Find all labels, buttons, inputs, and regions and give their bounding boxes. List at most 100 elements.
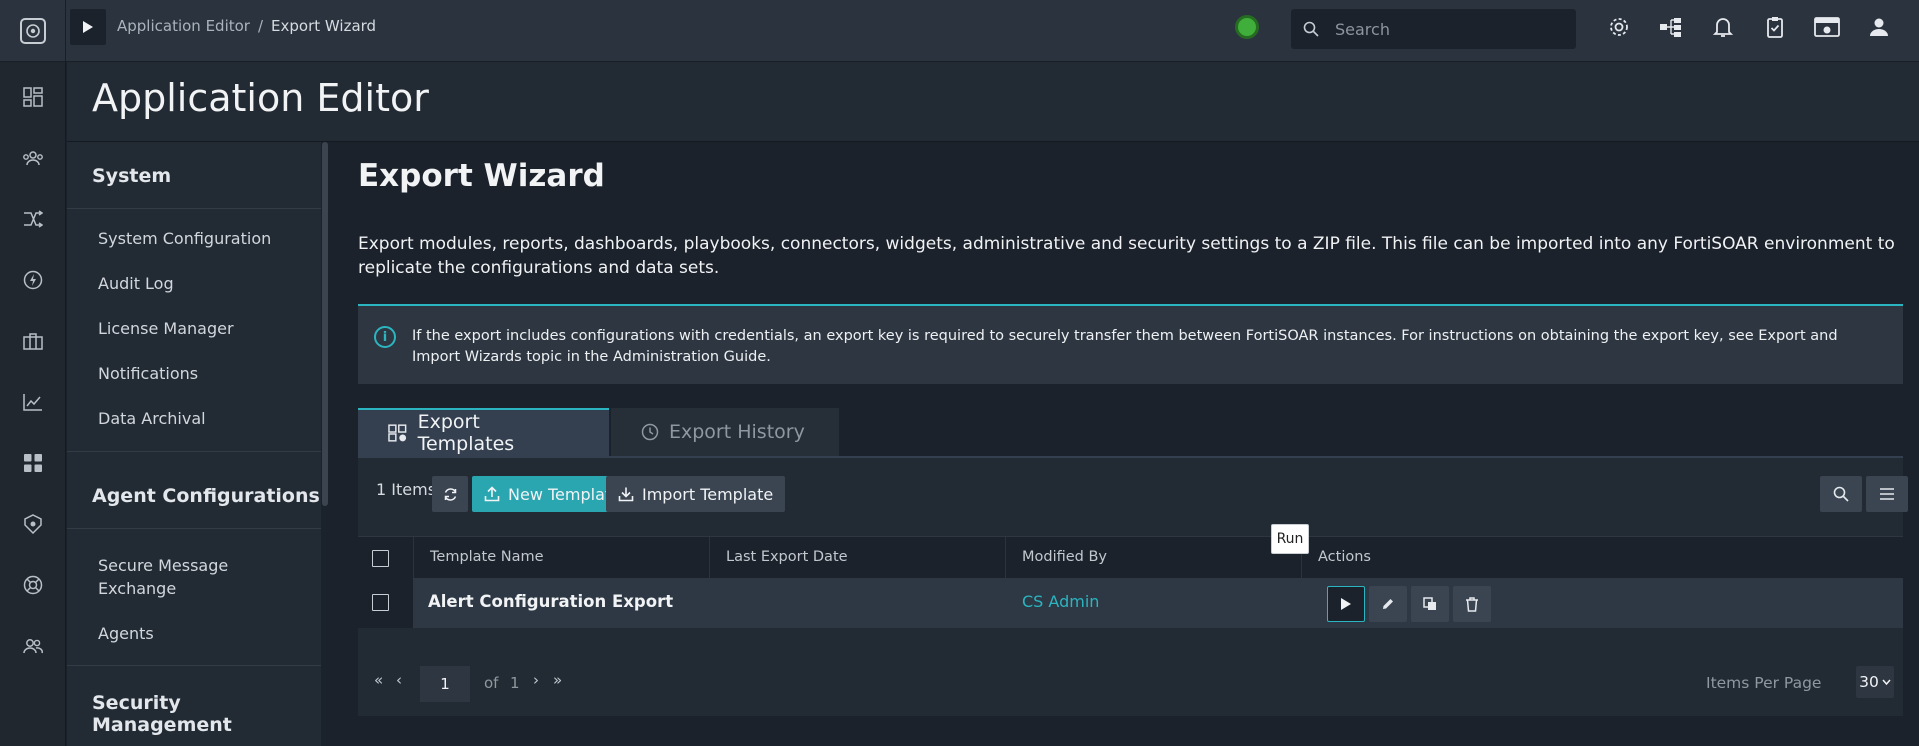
lightning-icon[interactable]: [20, 267, 46, 293]
play-icon: [1341, 598, 1351, 610]
sidebar-item-data-archival[interactable]: Data Archival: [98, 407, 206, 430]
run-button[interactable]: [1327, 586, 1365, 622]
prev-page-icon[interactable]: ‹: [396, 671, 402, 689]
edit-button[interactable]: [1369, 586, 1407, 622]
sidebar-divider: [67, 208, 322, 209]
clipboard-check-icon[interactable]: [1762, 14, 1788, 40]
sidebar-section-agent-configurations: Agent Configurations: [92, 485, 320, 507]
bell-icon[interactable]: [1710, 14, 1736, 40]
page-title: Application Editor: [92, 76, 429, 120]
sidebar-item-license-manager[interactable]: License Manager: [98, 317, 234, 340]
sidebar-item-secure-message-exchange[interactable]: Secure Message Exchange: [98, 554, 268, 600]
grid-menu-button[interactable]: [1866, 476, 1908, 512]
refresh-button[interactable]: [432, 476, 468, 512]
status-indicator-icon[interactable]: [1235, 15, 1259, 39]
clone-button[interactable]: [1411, 586, 1449, 622]
people-group-icon[interactable]: [20, 145, 46, 171]
global-search[interactable]: [1291, 9, 1576, 49]
tab-export-history[interactable]: Export History: [609, 408, 839, 456]
next-page-icon[interactable]: ›: [533, 671, 539, 689]
download-icon: [618, 487, 634, 502]
delete-button[interactable]: [1453, 586, 1491, 622]
modified-by-link[interactable]: CS Admin: [1022, 592, 1099, 611]
hierarchy-icon[interactable]: [1658, 14, 1684, 40]
template-icon: [388, 424, 407, 442]
users-icon[interactable]: [20, 633, 46, 659]
row-checkbox[interactable]: [372, 594, 389, 611]
sidebar-item-system-configuration[interactable]: System Configuration: [98, 227, 271, 250]
items-per-page-select[interactable]: 30: [1856, 666, 1894, 698]
section-title: Export Wizard: [358, 158, 605, 194]
items-per-page-value: 30: [1859, 673, 1879, 691]
search-icon: [1833, 486, 1849, 502]
life-ring-icon[interactable]: [20, 572, 46, 598]
user-icon[interactable]: [1866, 14, 1892, 40]
breadcrumb-application-editor[interactable]: Application Editor: [117, 17, 250, 35]
play-icon: [83, 21, 93, 33]
pagination: « ‹ of 1 › » Items Per Page 30: [358, 646, 1903, 716]
briefcase-icon[interactable]: [20, 328, 46, 354]
templates-grid: 1 Items New Template Import Template Tem…: [358, 458, 1908, 716]
dashboard-icon[interactable]: [20, 84, 46, 110]
info-callout: i If the export includes configurations …: [358, 304, 1903, 384]
trash-icon: [1466, 596, 1478, 612]
sidebar-item-audit-log[interactable]: Audit Log: [98, 272, 174, 295]
left-navigation: [0, 62, 66, 746]
refresh-icon: [444, 487, 456, 501]
hamburger-icon: [1880, 488, 1894, 500]
sidebar-divider: [67, 528, 322, 529]
sidebar-item-notifications[interactable]: Notifications: [98, 362, 198, 385]
info-icon: i: [374, 326, 396, 348]
table-row[interactable]: Alert Configuration Export CS Admin: [358, 578, 1903, 628]
page-number-input[interactable]: [420, 666, 470, 702]
chart-line-icon[interactable]: [20, 389, 46, 415]
column-header-modified-by[interactable]: Modified By: [1022, 549, 1107, 565]
template-name-cell[interactable]: Alert Configuration Export: [428, 592, 673, 611]
import-template-button[interactable]: Import Template: [606, 476, 786, 512]
run-tooltip: Run: [1271, 524, 1309, 554]
main-content: Export Wizard Export modules, reports, d…: [332, 142, 1919, 746]
sidebar-section-security-management: Security Management: [92, 692, 232, 736]
tab-bar: Export Templates Export History: [358, 408, 839, 456]
expand-sidebar-button[interactable]: [70, 9, 106, 45]
breadcrumb-export-wizard: Export Wizard: [271, 17, 377, 35]
apps-grid-icon[interactable]: [20, 450, 46, 476]
column-header-last-export-date[interactable]: Last Export Date: [726, 549, 848, 565]
copy-icon: [1423, 597, 1436, 610]
breadcrumb-separator: /: [257, 17, 264, 35]
grid-search-button[interactable]: [1820, 476, 1862, 512]
logo-icon: [19, 18, 46, 44]
sidebar-divider: [67, 665, 322, 666]
sidebar-scrollbar[interactable]: [321, 142, 329, 746]
shield-alert-icon[interactable]: [20, 511, 46, 537]
last-page-icon[interactable]: »: [553, 671, 562, 689]
breadcrumb: Application Editor / Export Wizard: [117, 17, 376, 35]
chevron-down-icon: [1882, 679, 1891, 685]
column-divider: [709, 537, 710, 579]
app-logo[interactable]: [0, 0, 66, 62]
history-icon: [641, 423, 659, 441]
import-template-label: Import Template: [642, 484, 774, 504]
pencil-icon: [1383, 599, 1393, 609]
settings-sidebar: System System Configuration Audit Log Li…: [67, 142, 322, 746]
page-of-label: of: [484, 674, 499, 692]
items-per-page-label: Items Per Page: [1706, 674, 1822, 692]
tab-export-templates[interactable]: Export Templates: [358, 408, 609, 456]
scrollbar-thumb[interactable]: [322, 142, 328, 506]
settings-icon[interactable]: [1606, 14, 1632, 40]
column-divider: [1005, 537, 1006, 579]
sidebar-item-agents[interactable]: Agents: [98, 622, 154, 645]
tab-label: Export Templates: [417, 411, 515, 455]
column-divider: [413, 537, 414, 579]
first-page-icon[interactable]: «: [374, 671, 383, 689]
browser-settings-icon[interactable]: [1814, 14, 1840, 40]
sidebar-divider: [67, 451, 322, 452]
search-input[interactable]: [1335, 19, 1555, 39]
select-all-checkbox[interactable]: [372, 550, 389, 567]
column-header-template-name[interactable]: Template Name: [430, 549, 544, 565]
page-header: Application Editor: [67, 62, 1919, 142]
row-select-cell: [358, 578, 413, 628]
shuffle-icon[interactable]: [20, 206, 46, 232]
new-template-label: New Template: [508, 484, 621, 504]
top-icon-group: [1606, 14, 1892, 40]
